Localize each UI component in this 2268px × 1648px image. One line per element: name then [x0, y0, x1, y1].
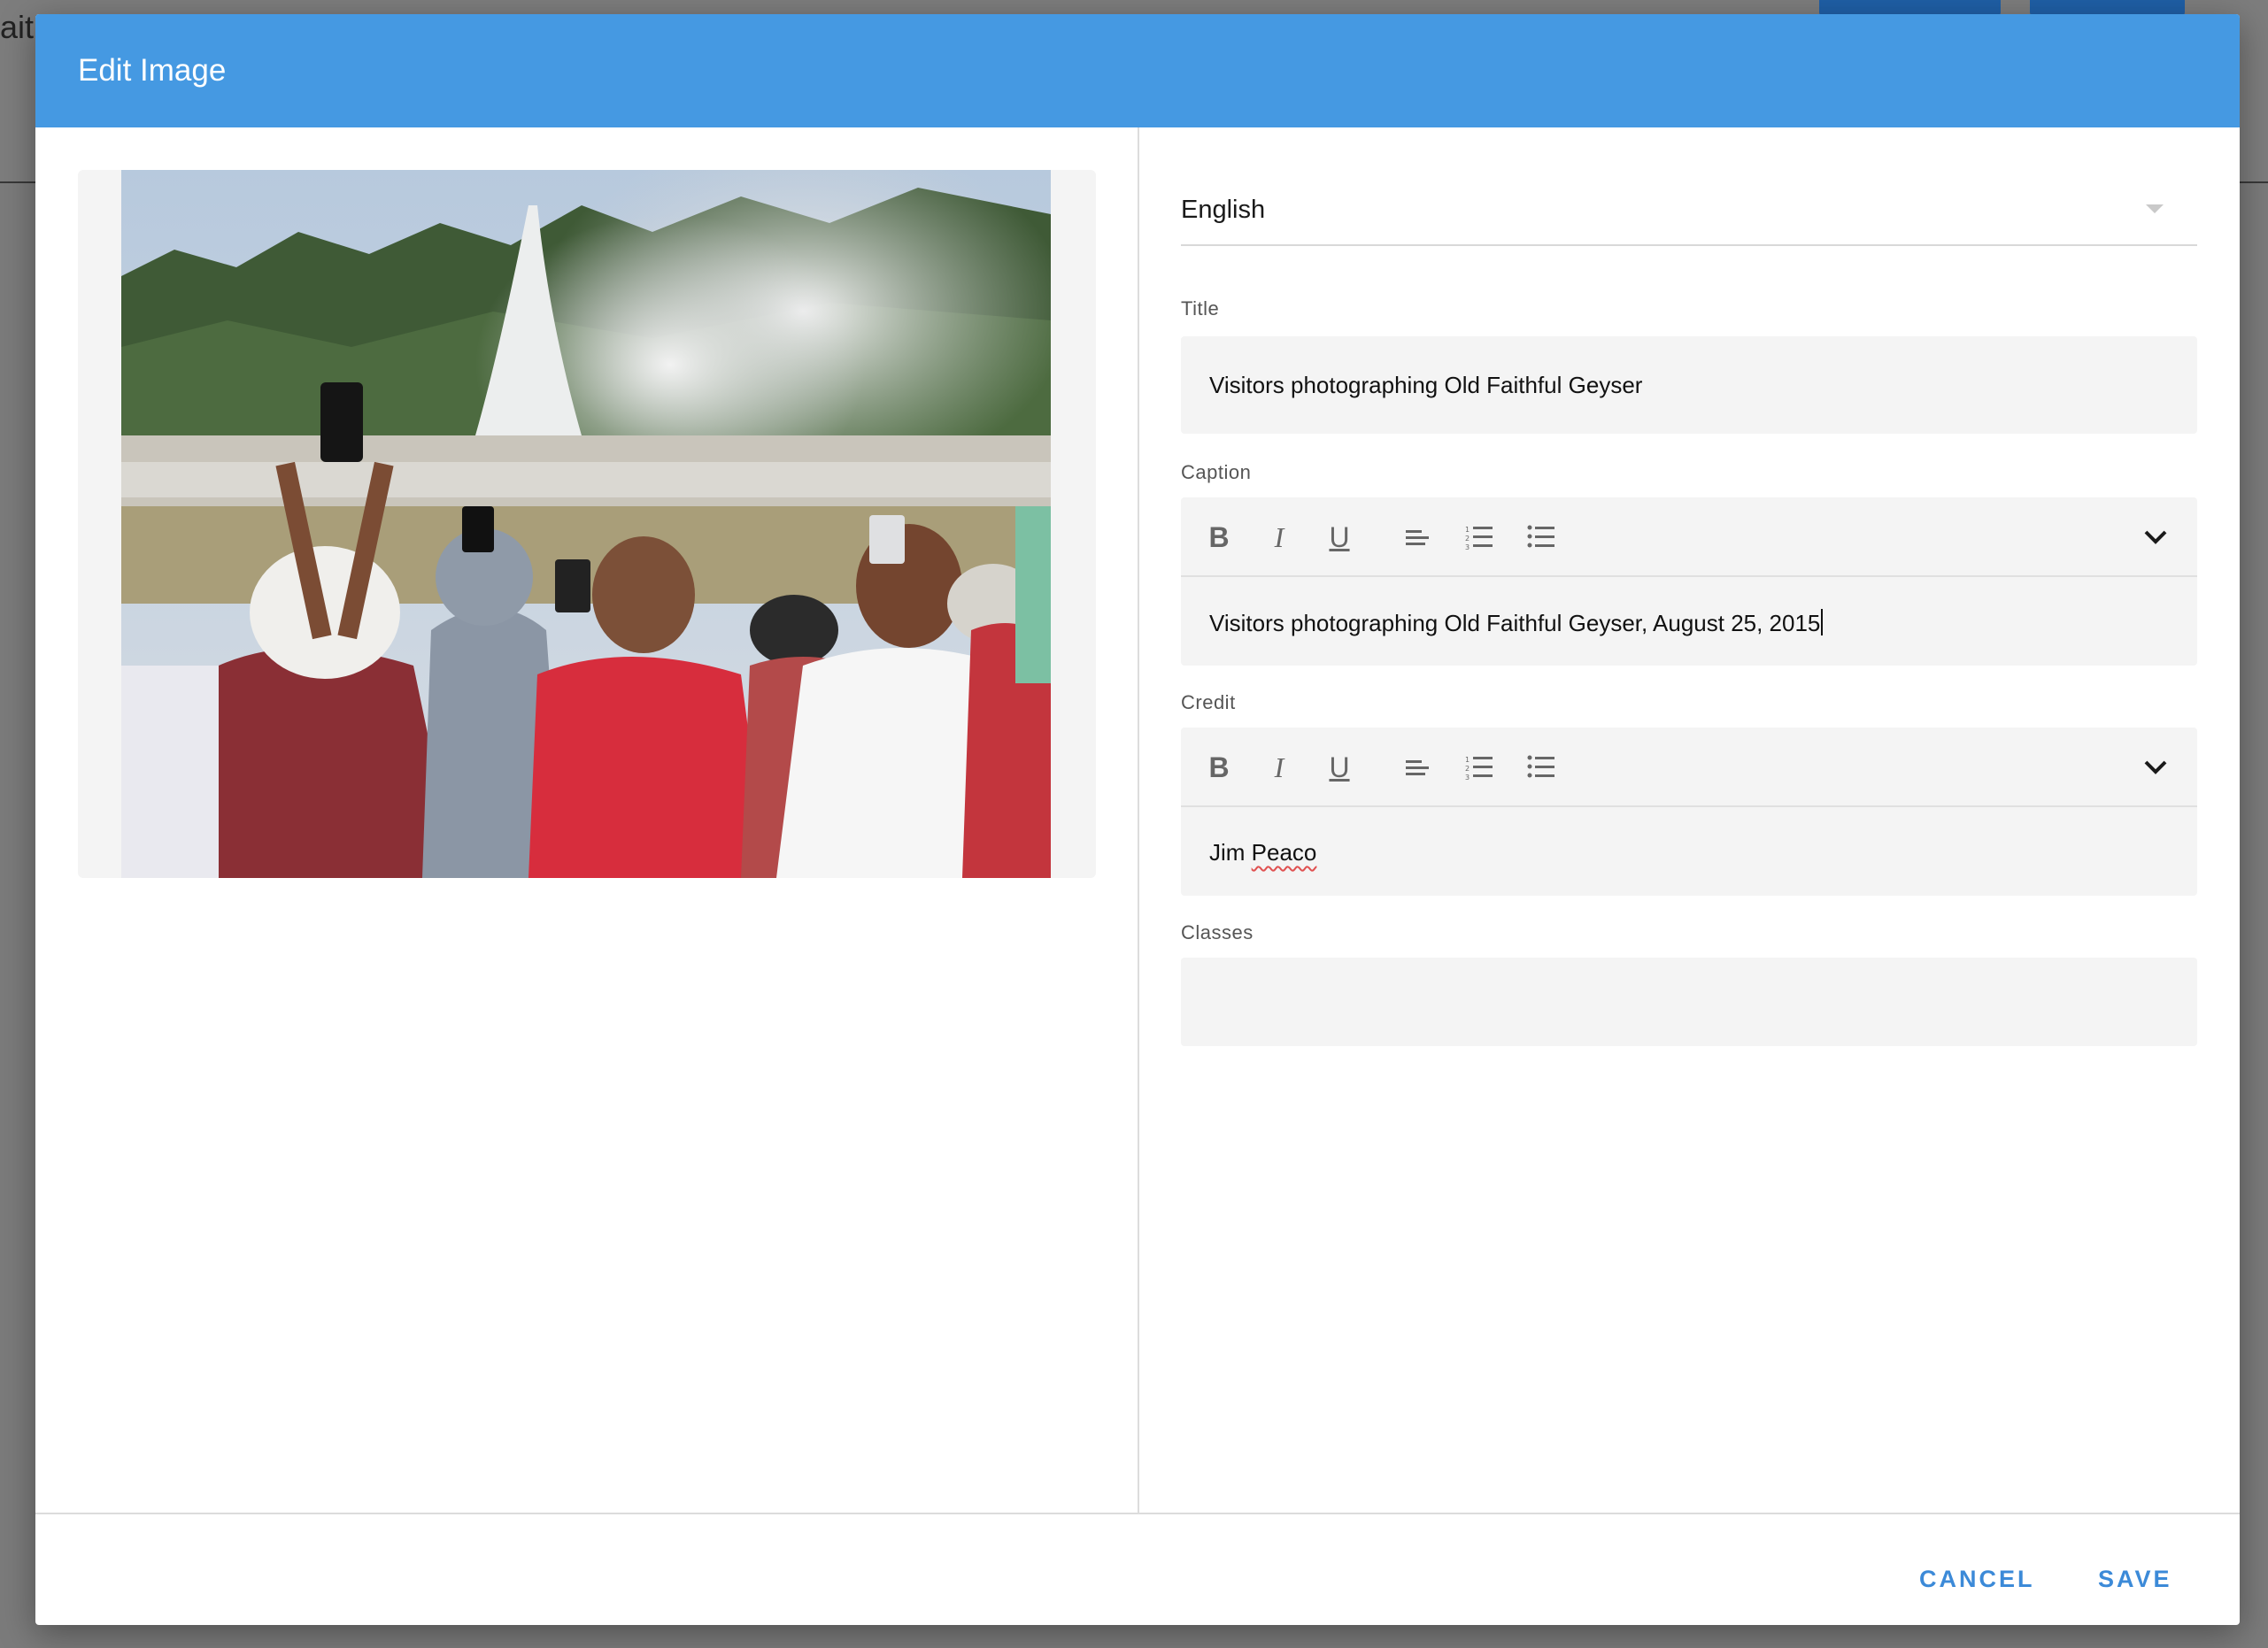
align-left-icon[interactable] [1397, 517, 1438, 558]
svg-text:3: 3 [1465, 774, 1470, 781]
svg-text:1: 1 [1465, 756, 1470, 764]
dialog-title: Edit Image [78, 53, 227, 88]
ordered-list-icon[interactable]: 123 [1459, 747, 1500, 788]
geyser-photo [121, 170, 1051, 878]
svg-text:3: 3 [1465, 543, 1470, 551]
italic-icon[interactable]: I [1259, 517, 1300, 558]
italic-icon[interactable]: I [1259, 747, 1300, 788]
svg-text:1: 1 [1465, 526, 1470, 534]
classes-label: Classes [1181, 921, 1254, 943]
caption-toolbar: B I U 123 [1181, 497, 2197, 577]
image-preview [78, 170, 1096, 878]
ordered-list-icon[interactable]: 123 [1459, 517, 1500, 558]
text-cursor [1821, 609, 1824, 635]
credit-label: Credit [1181, 691, 1236, 713]
bullet-list-icon[interactable] [1521, 747, 1562, 788]
svg-text:2: 2 [1465, 765, 1470, 773]
dropdown-caret-icon [2146, 204, 2164, 213]
bold-icon[interactable]: B [1199, 747, 1239, 788]
chevron-down-icon[interactable] [2135, 747, 2176, 788]
credit-toolbar: B I U 123 [1181, 728, 2197, 807]
caption-text: Visitors photographing Old Faithful Geys… [1209, 610, 1821, 636]
classes-field[interactable] [1181, 958, 2197, 1046]
bullet-list-icon[interactable] [1521, 517, 1562, 558]
caption-editor-value: Visitors photographing Old Faithful Geys… [1209, 609, 1824, 637]
credit-editor[interactable]: Jim Peaco [1181, 807, 2197, 896]
title-field[interactable]: Visitors photographing Old Faithful Geys… [1181, 336, 2197, 434]
underline-icon[interactable]: U [1319, 747, 1360, 788]
caption-label: Caption [1181, 461, 1252, 483]
save-button[interactable]: SAVE [2091, 1544, 2179, 1614]
credit-last-name: Peaco [1251, 839, 1317, 866]
credit-first-name: Jim [1209, 839, 1246, 866]
caption-editor[interactable]: Visitors photographing Old Faithful Geys… [1181, 577, 2197, 666]
cancel-button[interactable]: CANCEL [1912, 1544, 2042, 1614]
language-select-value: English [1181, 196, 1266, 224]
edit-image-dialog: Edit Image English Title Visitors photog… [35, 14, 2240, 1625]
title-field-value: Visitors photographing Old Faithful Geys… [1209, 372, 1643, 398]
bold-icon[interactable]: B [1199, 517, 1239, 558]
credit-editor-value: Jim Peaco [1209, 839, 1316, 866]
svg-text:2: 2 [1465, 535, 1470, 543]
title-label: Title [1181, 297, 1220, 320]
chevron-down-icon[interactable] [2135, 517, 2176, 558]
dialog-header: Edit Image [35, 14, 2240, 127]
underline-icon[interactable]: U [1319, 517, 1360, 558]
language-select[interactable]: English [1181, 173, 2197, 246]
align-left-icon[interactable] [1397, 747, 1438, 788]
footer-divider [35, 1513, 2240, 1514]
pane-divider [1138, 127, 1139, 1514]
